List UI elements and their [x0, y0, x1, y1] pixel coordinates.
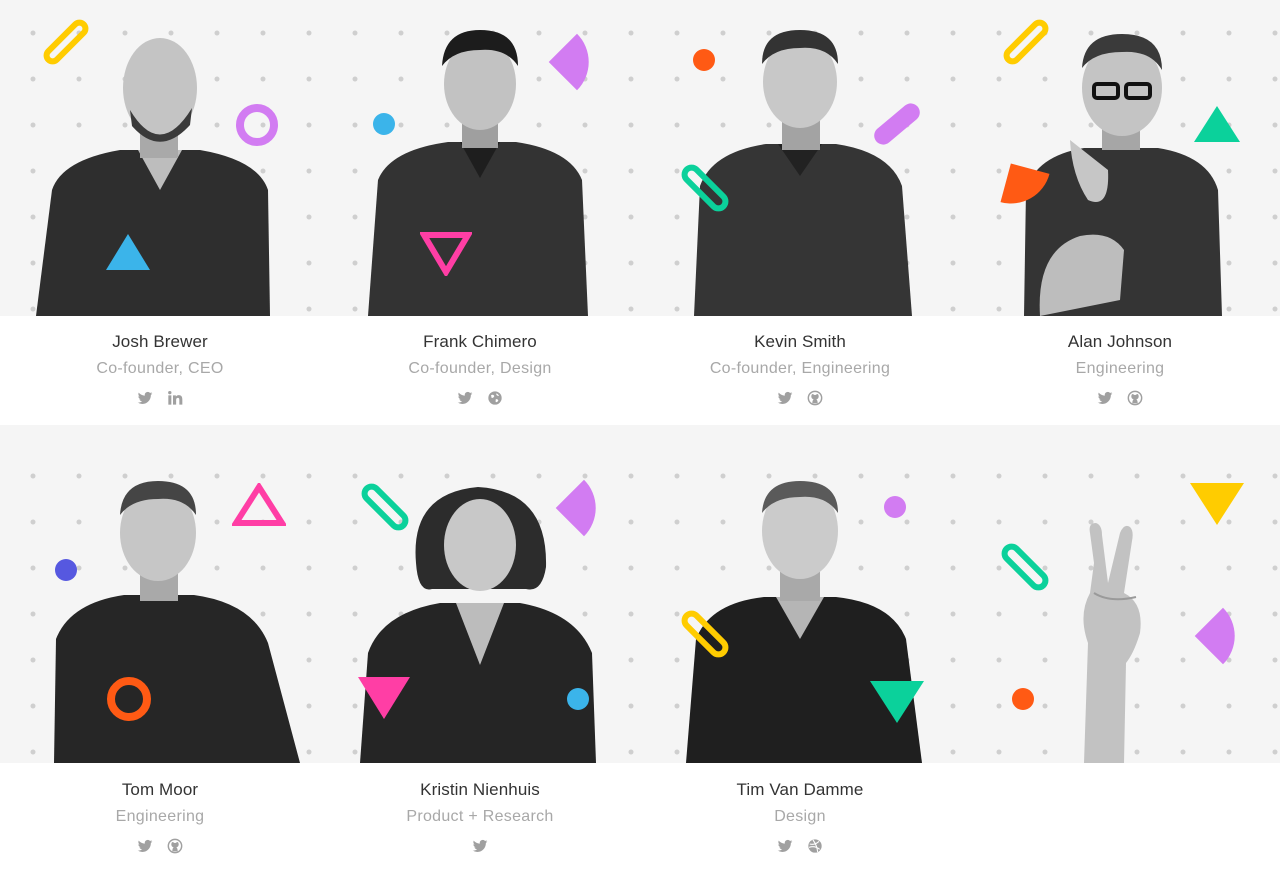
pink-triangle-outline-shape — [420, 232, 472, 276]
peace-sign-hand-image — [960, 443, 1280, 763]
team-card-kristin-nienhuis: Kristin Nienhuis Product + Research — [320, 443, 640, 889]
portrait-photo — [320, 443, 640, 763]
twitter-icon[interactable] — [457, 390, 473, 406]
portrait-photo — [640, 443, 960, 763]
social-links — [640, 390, 960, 406]
member-info: Josh Brewer Co-founder, CEO — [0, 316, 320, 425]
member-role: Co-founder, CEO — [96, 360, 224, 377]
team-card-josh-brewer: Josh Brewer Co-founder, CEO — [0, 0, 320, 425]
member-name: Josh Brewer — [112, 332, 208, 351]
member-role: Design — [774, 808, 826, 825]
pink-triangle-outline-shape — [232, 483, 286, 526]
dribbble-icon[interactable] — [807, 838, 823, 854]
member-name: Tom Moor — [121, 780, 199, 799]
github-icon[interactable] — [1127, 390, 1143, 406]
social-links — [0, 838, 320, 854]
team-card-tim-van-damme: Tim Van Damme Design — [640, 443, 960, 889]
github-icon[interactable] — [167, 838, 183, 854]
teal-triangle-shape — [870, 681, 924, 723]
team-card-tom-moor: Tom Moor Engineering — [0, 443, 320, 889]
portrait-photo — [0, 443, 320, 763]
member-name: Frank Chimero — [423, 332, 537, 351]
orange-dot-shape — [1012, 688, 1034, 710]
twitter-icon[interactable] — [137, 838, 153, 854]
blue-dot-shape — [567, 688, 589, 710]
member-info: Tom Moor Engineering — [0, 763, 320, 889]
twitter-icon[interactable] — [472, 838, 488, 854]
row-divider — [0, 425, 1280, 443]
member-role: Product + Research — [406, 808, 554, 825]
team-card-alan-johnson: Alan Johnson Engineering — [960, 0, 1280, 425]
purple-dot-shape — [884, 496, 906, 518]
member-role: Engineering — [1075, 360, 1165, 377]
social-links — [640, 838, 960, 854]
member-role: Engineering — [115, 808, 205, 825]
globe-icon[interactable] — [487, 390, 503, 406]
orange-dot-shape — [693, 49, 715, 71]
twitter-icon[interactable] — [1097, 390, 1113, 406]
github-icon[interactable] — [807, 390, 823, 406]
peace-sign-card — [960, 443, 1280, 889]
member-name: Kristin Nienhuis — [420, 780, 540, 799]
member-role: Co-founder, Engineering — [709, 360, 891, 377]
person-silhouette — [694, 30, 912, 316]
social-links — [320, 390, 640, 406]
portrait-photo — [640, 0, 960, 316]
member-name: Alan Johnson — [1067, 332, 1173, 351]
member-name: Kevin Smith — [754, 332, 846, 351]
twitter-icon[interactable] — [137, 390, 153, 406]
orange-ring-shape — [107, 677, 151, 721]
portrait-photo — [960, 0, 1280, 316]
member-role: Co-founder, Design — [408, 360, 552, 377]
member-info: Kristin Nienhuis Product + Research — [320, 763, 640, 889]
yellow-triangle-shape — [1190, 483, 1244, 525]
portrait-photo — [320, 0, 640, 316]
team-card-frank-chimero: Frank Chimero Co-founder, Design — [320, 0, 640, 425]
member-info: Kevin Smith Co-founder, Engineering — [640, 316, 960, 425]
twitter-icon[interactable] — [777, 390, 793, 406]
purple-ring-shape — [236, 104, 278, 146]
linkedin-icon[interactable] — [167, 390, 183, 406]
indigo-dot-shape — [55, 559, 77, 581]
blue-dot-shape — [373, 113, 395, 135]
social-links — [960, 390, 1280, 406]
social-links — [320, 838, 640, 854]
member-info: Alan Johnson Engineering — [960, 316, 1280, 425]
member-name: Tim Van Damme — [736, 780, 864, 799]
blue-triangle-shape — [106, 234, 150, 270]
person-silhouette — [368, 30, 588, 316]
teal-triangle-shape — [1194, 106, 1240, 142]
portrait-photo — [0, 0, 320, 316]
twitter-icon[interactable] — [777, 838, 793, 854]
member-info: Frank Chimero Co-founder, Design — [320, 316, 640, 425]
team-card-kevin-smith: Kevin Smith Co-founder, Engineering — [640, 0, 960, 425]
member-info: Tim Van Damme Design — [640, 763, 960, 889]
pink-triangle-shape — [358, 677, 410, 719]
social-links — [0, 390, 320, 406]
